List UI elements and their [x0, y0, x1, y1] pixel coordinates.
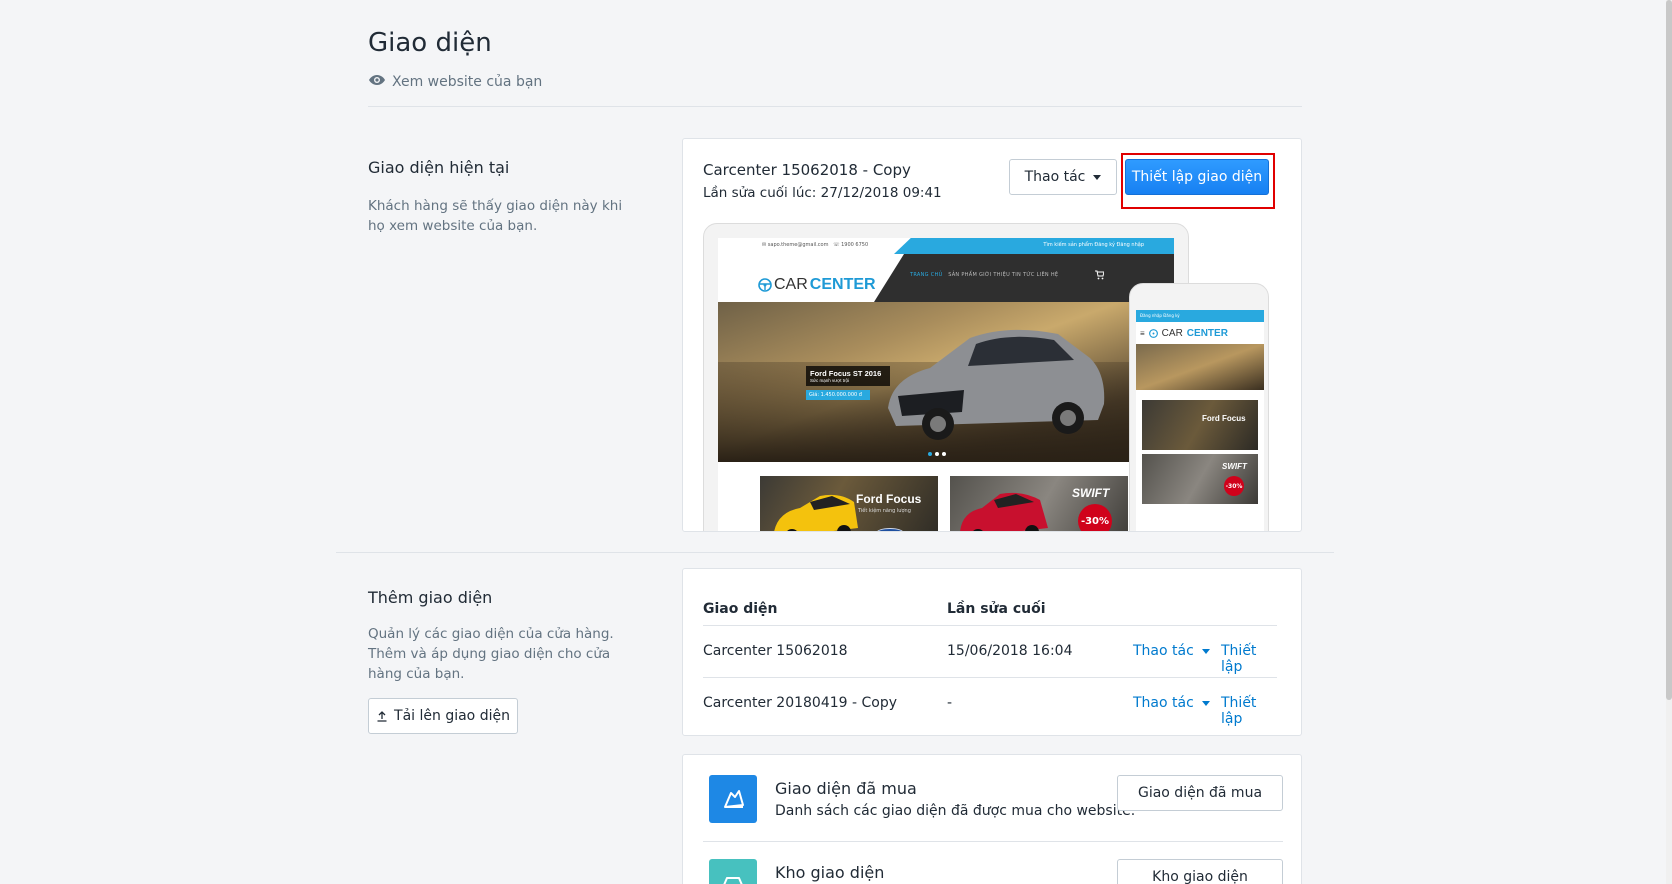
eye-icon [368, 74, 386, 90]
current-theme-title: Giao diện hiện tại [368, 158, 510, 177]
theme-preview[interactable]: ✉ sapo.theme@gmail.com ☏ 1900 6750 Tìm k… [703, 223, 1277, 531]
upload-theme-label: Tải lên giao diện [394, 708, 510, 724]
phone-mockup: Đăng nhập Đăng ký ≡ CAR CENTER Ford Focus… [1129, 283, 1269, 531]
laptop-screen: ✉ sapo.theme@gmail.com ☏ 1900 6750 Tìm k… [718, 238, 1174, 531]
hamburger-icon: ≡ [1140, 328, 1145, 338]
preview-top-links: Tìm kiếm sản phẩm Đăng ký Đăng nhập [1043, 242, 1144, 248]
table-row: Carcenter 20180419 - Copy - Thao tác Thi… [703, 677, 1277, 727]
preview-phone: ☏ 1900 6750 [833, 242, 869, 248]
themes-table-card: Giao diện Lần sửa cuối Carcenter 1506201… [682, 568, 1302, 736]
view-site-label: Xem website của bạn [392, 74, 543, 90]
upload-icon [377, 711, 387, 722]
add-theme-desc: Quản lý các giao diện của cửa hàng. Thêm… [368, 626, 614, 682]
table-row: Carcenter 15062018 15/06/2018 16:04 Thao… [703, 625, 1277, 675]
theme-name-cell: Carcenter 20180419 - Copy [703, 695, 898, 711]
last-edited-cell: 15/06/2018 16:04 [947, 643, 1073, 659]
purchased-themes-desc: Danh sách các giao diện đã được mua cho … [775, 803, 1136, 819]
preview-hero-price: Giá: 1.450.000.000 đ [806, 390, 870, 400]
car-icon [709, 859, 757, 884]
phone-screen: Đăng nhập Đăng ký ≡ CAR CENTER Ford Focus… [1136, 310, 1264, 531]
laptop-mockup: ✉ sapo.theme@gmail.com ☏ 1900 6750 Tìm k… [703, 223, 1189, 531]
column-header-theme: Giao diện [703, 601, 778, 617]
phone-top-links: Đăng nhập Đăng ký [1136, 310, 1264, 322]
phone-thumb-swift: SWIFT -30% [1142, 454, 1258, 504]
divider [703, 841, 1283, 842]
highlight-box [1121, 153, 1275, 209]
current-theme-card: Carcenter 15062018 - Copy Lần sửa cuối l… [682, 138, 1302, 532]
ford-logo [876, 528, 904, 531]
view-site-link[interactable]: Xem website của bạn [368, 74, 542, 90]
scrollbar-thumb[interactable] [1666, 0, 1672, 700]
preview-hero-caption: Ford Focus ST 2016 Sức mạnh vượt trội [806, 366, 890, 386]
preview-thumb-swift: SWIFT -30% [950, 476, 1128, 531]
theme-name-cell: Carcenter 15062018 [703, 643, 848, 659]
chevron-down-icon [1093, 174, 1102, 180]
divider [336, 552, 1334, 553]
phone-hero [1136, 344, 1264, 390]
phone-logo: ≡ CAR CENTER [1136, 322, 1264, 344]
cart-icon [1095, 270, 1104, 280]
chevron-down-icon [1201, 700, 1210, 706]
chevron-down-icon [1201, 648, 1210, 654]
purchased-themes-button[interactable]: Giao diện đã mua [1117, 775, 1283, 811]
steering-wheel-icon [758, 278, 772, 292]
preview-thumb-ford: Ford Focus Tiết kiệm năng lượng [760, 476, 938, 531]
purchased-themes-title: Giao diện đã mua [775, 779, 917, 798]
page-title: Giao diện [368, 28, 492, 58]
preview-logo: CAR CENTER [758, 276, 876, 294]
publish-theme-link[interactable]: Thiết lập [1221, 695, 1277, 727]
preview-slider-dots [928, 452, 946, 456]
steering-wheel-icon [1148, 328, 1158, 338]
theme-store-button[interactable]: Kho giao diện [1117, 859, 1283, 884]
theme-last-edited: Lần sửa cuối lúc: 27/12/2018 09:41 [703, 185, 942, 201]
current-theme-desc: Khách hàng sẽ thấy giao diện này khi họ … [368, 198, 623, 234]
publish-theme-link[interactable]: Thiết lập [1221, 643, 1277, 675]
theme-actions-label: Thao tác [1024, 169, 1086, 185]
theme-store-title: Kho giao diện [775, 863, 885, 882]
column-header-last-edited: Lần sửa cuối [947, 601, 1046, 617]
discount-badge: -30% [1078, 504, 1112, 531]
hand-purchase-icon [709, 775, 757, 823]
last-edited-cell: - [947, 695, 953, 711]
add-theme-title: Thêm giao diện [368, 588, 493, 607]
phone-thumb-ford: Ford Focus [1142, 400, 1258, 450]
row-actions-dropdown[interactable]: Thao tác [1133, 643, 1210, 659]
theme-name: Carcenter 15062018 - Copy [703, 161, 911, 179]
theme-actions-dropdown[interactable]: Thao tác [1009, 159, 1117, 195]
row-actions-dropdown[interactable]: Thao tác [1133, 695, 1210, 711]
preview-email: ✉ sapo.theme@gmail.com [762, 242, 829, 248]
divider [368, 106, 1302, 107]
upload-theme-button[interactable]: Tải lên giao diện [368, 698, 518, 734]
car-image [888, 329, 1105, 440]
theme-sources-card: Giao diện đã mua Danh sách các giao diện… [682, 754, 1302, 884]
preview-menu: TRANG CHỦ SẢN PHẨM GIỚI THIỆU TIN TỨC LI… [910, 272, 1059, 278]
